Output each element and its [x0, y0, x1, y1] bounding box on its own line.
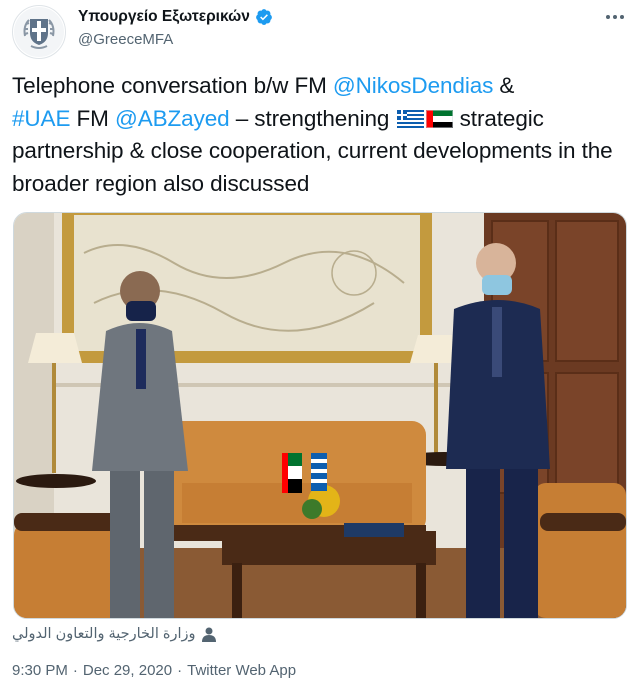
more-dot — [620, 15, 624, 19]
hashtag-link[interactable]: #UAE — [12, 106, 70, 131]
meta-separator: · — [72, 662, 78, 679]
avatar[interactable] — [12, 5, 66, 59]
tweet-time[interactable]: 9:30 PM — [12, 662, 68, 679]
tweet-photo[interactable] — [13, 212, 627, 619]
meta-separator: · — [177, 662, 183, 679]
tweet-text-part: – strengthening — [229, 105, 396, 131]
author-name-row[interactable]: Υπουργείο Εξωτερικών — [78, 8, 273, 26]
display-name[interactable]: Υπουργείο Εξωτερικών — [78, 8, 250, 26]
mention-link[interactable]: @NikosDendias — [333, 73, 493, 98]
tweet-text-part: & — [493, 73, 515, 98]
coat-of-arms-logo — [14, 7, 64, 57]
more-dot — [606, 15, 610, 19]
tagged-user-name[interactable]: وزارة الخارجية والتعاون الدولي — [12, 626, 196, 642]
greece-flag-icon — [396, 109, 424, 128]
verified-badge-icon — [255, 9, 272, 25]
more-dot — [613, 15, 617, 19]
tweet-text: Telephone conversation b/w FM @NikosDend… — [12, 70, 628, 200]
tweet-text-part: FM — [70, 105, 115, 131]
meeting-photo — [14, 213, 626, 618]
author-handle[interactable]: @GreeceMFA — [78, 31, 173, 48]
tagged-user-line[interactable]: وزارة الخارجية والتعاون الدولي — [12, 626, 216, 642]
more-options-icon[interactable] — [602, 8, 628, 26]
uae-flag-icon — [425, 109, 453, 128]
mention-link[interactable]: @ABZayed — [115, 106, 230, 131]
tweet-meta: 9:30 PM · Dec 29, 2020 · Twitter Web App — [12, 662, 296, 679]
tweet-text-part: Telephone conversation b/w FM — [12, 73, 333, 98]
tweet-client[interactable]: Twitter Web App — [187, 662, 296, 679]
tweet-date[interactable]: Dec 29, 2020 — [83, 662, 172, 679]
person-icon — [201, 627, 216, 642]
tweet-card: Υπουργείο Εξωτερικών @GreeceMFA Telephon… — [0, 0, 640, 699]
